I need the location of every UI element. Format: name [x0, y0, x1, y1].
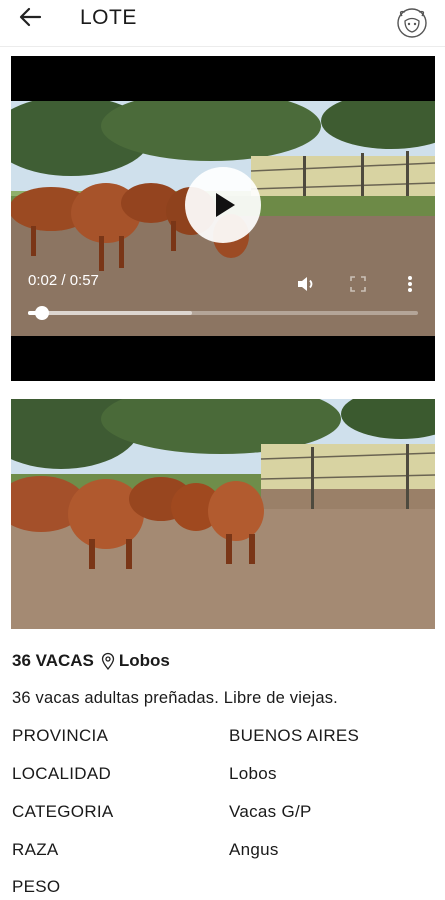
progress-thumb[interactable] — [34, 306, 49, 320]
detail-row-provincia: PROVINCIA BUENOS AIRES — [12, 726, 432, 750]
arrow-left-icon — [19, 7, 42, 27]
detail-row-localidad: LOCALIDAD Lobos — [12, 764, 432, 788]
location-pin-icon — [101, 652, 115, 670]
lot-description: 36 vacas adultas preñadas. Libre de viej… — [12, 689, 338, 707]
lot-header: 36 VACAS Lobos — [12, 651, 170, 671]
detail-row-raza: RAZA Angus — [12, 840, 432, 864]
volume-icon — [298, 277, 313, 291]
detail-label: RAZA — [12, 840, 59, 859]
play-icon — [216, 193, 235, 217]
app-bar: LOTE — [0, 0, 445, 44]
video-progress-bar[interactable] — [28, 306, 418, 320]
cattle-image — [11, 399, 435, 629]
more-options-button[interactable] — [399, 273, 421, 295]
detail-value: BUENOS AIRES — [229, 726, 360, 745]
detail-value: Vacas G/P — [229, 802, 312, 821]
back-button[interactable] — [14, 2, 46, 32]
detail-label: LOCALIDAD — [12, 764, 112, 783]
cow-logo-icon — [393, 4, 431, 40]
video-player[interactable]: 0:02 / 0:57 — [11, 56, 435, 381]
detail-row-categoria: CATEGORIA Vacas G/P — [12, 802, 432, 826]
detail-row-peso: PESO — [12, 877, 432, 900]
detail-value: Angus — [229, 840, 279, 859]
header-divider — [0, 46, 445, 47]
buffered-bar — [28, 311, 192, 315]
lot-photo[interactable] — [11, 399, 435, 629]
fullscreen-button[interactable] — [347, 273, 369, 295]
detail-label: PROVINCIA — [12, 726, 109, 745]
page-title: LOTE — [80, 6, 137, 29]
volume-button[interactable] — [295, 273, 317, 295]
lot-location: Lobos — [118, 651, 170, 670]
detail-value: Lobos — [229, 764, 277, 783]
lot-title: 36 VACAS — [12, 651, 94, 670]
detail-label: PESO — [12, 877, 61, 896]
play-button[interactable] — [185, 167, 261, 243]
detail-label: CATEGORIA — [12, 802, 114, 821]
video-time: 0:02 / 0:57 — [28, 272, 99, 289]
fullscreen-icon — [350, 276, 366, 292]
more-vert-icon — [408, 276, 412, 292]
